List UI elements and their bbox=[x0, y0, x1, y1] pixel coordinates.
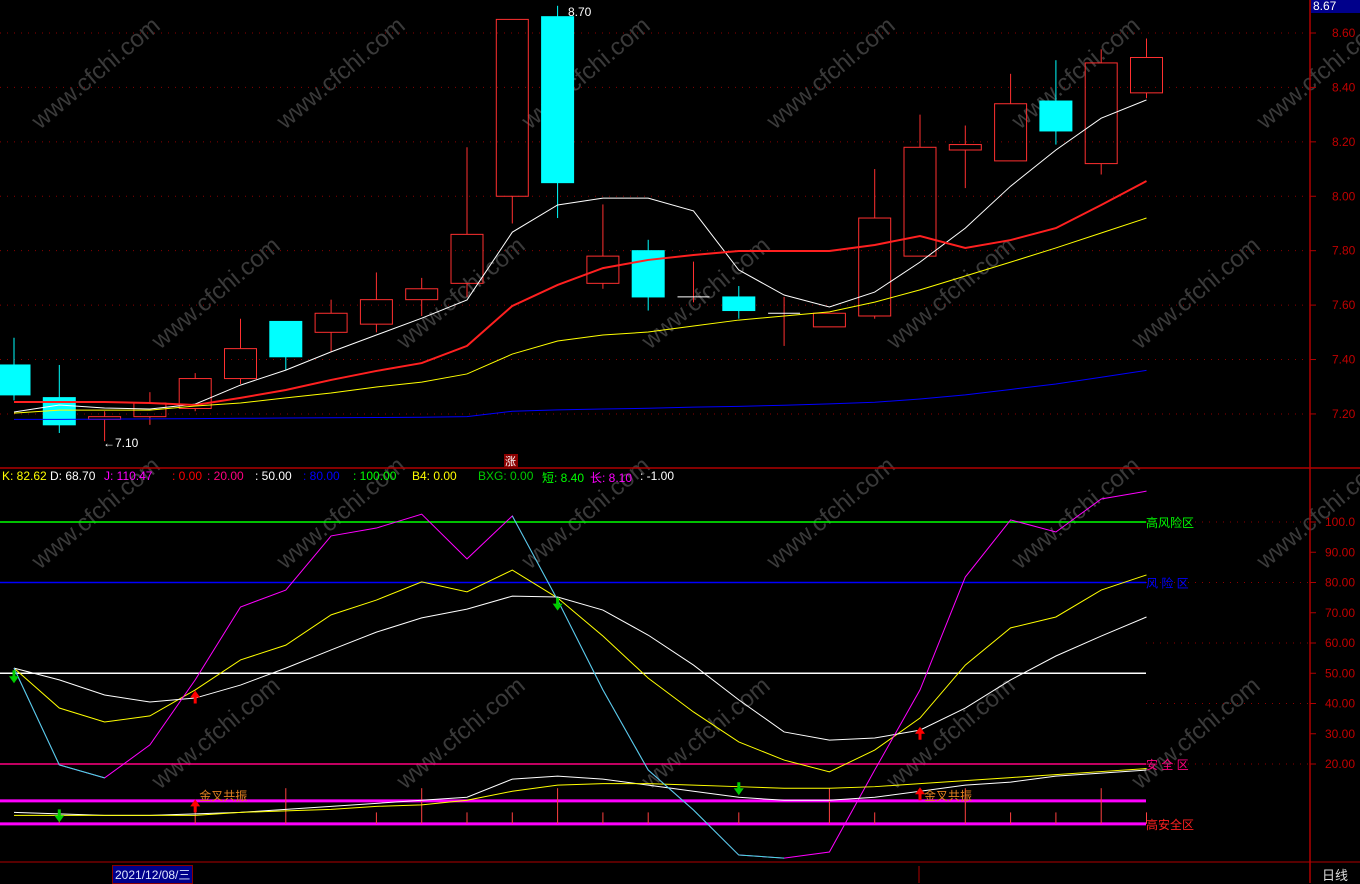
watermark-text: www.cfchi.com bbox=[271, 12, 411, 135]
zone-label: 高安全区 bbox=[1146, 817, 1194, 832]
kdj-tick-label: 90.00 bbox=[1325, 545, 1355, 559]
price-tick-label: 7.40 bbox=[1332, 353, 1356, 367]
sell-arrow-icon bbox=[9, 670, 19, 684]
indicator-value: : 0.00 bbox=[172, 469, 203, 483]
indicator-value: D: 68.70 bbox=[50, 469, 96, 483]
candle-body bbox=[631, 250, 665, 298]
kdj-tick-label: 60.00 bbox=[1325, 636, 1355, 650]
j-line-falling-segment bbox=[602, 689, 649, 771]
candlestick bbox=[768, 296, 801, 346]
j-line-falling-segment bbox=[557, 599, 604, 691]
candlestick bbox=[586, 204, 620, 289]
j-line-falling-segment bbox=[13, 667, 60, 766]
period-button[interactable]: 日线 bbox=[1322, 865, 1348, 884]
watermark-text: www.cfchi.com bbox=[761, 12, 901, 135]
indicator-value: : 50.00 bbox=[255, 469, 292, 483]
indicator-value: J: 110.47 bbox=[104, 469, 153, 483]
price-tick-label: 8.00 bbox=[1332, 189, 1356, 203]
indicator-value: : -1.00 bbox=[640, 469, 675, 483]
price-tick-label: 8.60 bbox=[1332, 26, 1356, 40]
j-line-falling-segment bbox=[59, 764, 105, 779]
candle-body bbox=[541, 16, 575, 184]
low-price-label: ←7.10 bbox=[103, 436, 139, 450]
kdj-tick-label: 100.0 bbox=[1325, 515, 1355, 529]
sell-arrow-icon bbox=[552, 597, 563, 611]
indicator-value: B4: 0.00 bbox=[412, 469, 457, 483]
kdj-tick-label: 50.00 bbox=[1325, 666, 1355, 680]
watermark-text: www.cfchi.com bbox=[636, 672, 776, 795]
zone-label: 风 险 区 bbox=[1146, 576, 1189, 591]
ma-line-ma10 bbox=[14, 180, 1147, 406]
candlestick bbox=[541, 5, 575, 219]
candlestick bbox=[359, 272, 393, 333]
candlestick bbox=[903, 114, 937, 257]
price-tick-label: 7.60 bbox=[1332, 298, 1356, 312]
watermark-text: www.cfchi.com bbox=[1126, 672, 1266, 795]
candlestick bbox=[224, 318, 257, 385]
price-tick-label: 7.20 bbox=[1332, 407, 1356, 421]
golden-cross-label: 金叉共振 bbox=[924, 788, 972, 803]
indicator-value: : 20.00 bbox=[207, 469, 244, 483]
watermark-text: www.cfchi.com bbox=[881, 232, 1021, 355]
candlestick bbox=[631, 239, 665, 311]
stock-chart[interactable]: www.cfchi.com www.cfchi.com www.cfchi.com w… bbox=[0, 0, 1360, 883]
last-price-badge: 8.67 bbox=[1311, 0, 1360, 13]
candlestick bbox=[269, 320, 303, 371]
indicator-value: 长: 8.10 bbox=[590, 471, 633, 485]
kdj-line-j bbox=[13, 490, 1147, 859]
candle-body bbox=[359, 299, 393, 325]
kdj-tick-label: 30.00 bbox=[1325, 727, 1355, 741]
cursor-date-label: 2021/12/08/三 bbox=[112, 865, 194, 884]
candle-body bbox=[1039, 100, 1073, 132]
high-price-label: 8.70 bbox=[568, 5, 592, 19]
watermark-text: www.cfchi.com bbox=[146, 672, 286, 795]
candlestick bbox=[314, 299, 348, 352]
candlestick bbox=[0, 337, 31, 401]
j-line-falling-segment bbox=[693, 809, 740, 856]
watermark-text: www.cfchi.com bbox=[761, 452, 901, 575]
candle-body bbox=[586, 255, 620, 284]
candlestick bbox=[1130, 38, 1163, 99]
watermark-text: www.cfchi.com bbox=[516, 452, 656, 575]
watermark-text: www.cfchi.com bbox=[26, 12, 166, 135]
candlestick bbox=[948, 125, 982, 189]
price-tick-label: 7.80 bbox=[1332, 244, 1356, 258]
zone-label: 安 全 区 bbox=[1146, 757, 1189, 772]
zone-label: 高风险区 bbox=[1146, 515, 1194, 530]
candle-body bbox=[269, 320, 303, 358]
golden-cross-label: 金叉共振 bbox=[199, 788, 247, 803]
ma-line-ma60 bbox=[14, 369, 1147, 420]
kdj-tick-label: 20.00 bbox=[1325, 757, 1355, 771]
watermark-text: www.cfchi.com bbox=[516, 12, 656, 135]
sell-arrow-icon bbox=[54, 809, 65, 823]
watermark-text: www.cfchi.com bbox=[146, 232, 286, 355]
candle-body bbox=[948, 144, 982, 151]
indicator-value: K: 82.62 bbox=[2, 469, 47, 483]
candle-body bbox=[224, 348, 257, 380]
candle-body bbox=[314, 312, 348, 333]
watermark-text: www.cfchi.com bbox=[391, 672, 531, 795]
rise-marker: 涨 bbox=[505, 455, 516, 468]
sell-arrow-icon bbox=[733, 782, 744, 796]
watermark-text: www.cfchi.com bbox=[1006, 452, 1146, 575]
watermark-text: www.cfchi.com bbox=[391, 232, 531, 355]
price-tick-label: 8.40 bbox=[1332, 80, 1356, 94]
indicator-value: 短: 8.40 bbox=[542, 471, 585, 485]
candle-body bbox=[1130, 56, 1163, 94]
price-tick-label: 8.20 bbox=[1332, 135, 1356, 149]
j-line-falling-segment bbox=[738, 854, 785, 859]
kdj-tick-label: 40.00 bbox=[1325, 697, 1355, 711]
candle-body bbox=[722, 296, 756, 312]
candlestick bbox=[42, 364, 76, 433]
candlestick bbox=[812, 312, 846, 328]
indicator-value: : 100.00 bbox=[353, 469, 397, 483]
candle-body bbox=[812, 312, 846, 328]
candle-body bbox=[0, 364, 31, 396]
indicator-value: : 80.00 bbox=[303, 469, 340, 483]
kdj-tick-label: 70.00 bbox=[1325, 606, 1355, 620]
kdj-tick-label: 80.00 bbox=[1325, 576, 1355, 590]
indicator-value: BXG: 0.00 bbox=[478, 469, 534, 483]
candle-body bbox=[858, 217, 892, 317]
watermark-text: www.cfchi.com bbox=[1126, 232, 1266, 355]
